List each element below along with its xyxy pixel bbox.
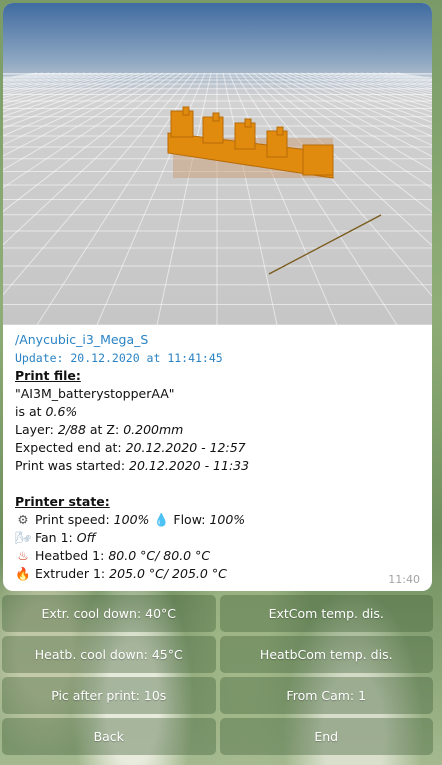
progress-value: 0.6%	[45, 404, 78, 419]
message-text: /Anycubic_i3_Mega_S Update: 20.12.2020 a…	[3, 325, 432, 583]
flow-label: Flow:	[173, 512, 206, 527]
print-speed-value: 100%	[113, 512, 150, 527]
fire-icon: 🔥	[15, 566, 31, 581]
z-value: 0.200mm	[123, 422, 184, 437]
message-time: 11:40	[388, 573, 420, 586]
heatb-cool-down-button[interactable]: Heatb. cool down: 45°C	[2, 636, 216, 673]
heatbed-value: 80.0 °C/ 80.0 °C	[108, 548, 211, 563]
extruder-value: 205.0 °C/ 205.0 °C	[109, 566, 227, 581]
started-value: 20.12.2020 - 11:33	[129, 458, 250, 473]
layer-label: Layer:	[15, 422, 54, 437]
update-timestamp: Update: 20.12.2020 at 11:41:45	[15, 351, 223, 365]
inline-keyboard: Extr. cool down: 40°C ExtCom temp. dis. …	[2, 595, 433, 759]
print-speed-label: Print speed:	[34, 512, 110, 527]
flow-value: 100%	[209, 512, 246, 527]
started-label: Print was started:	[15, 458, 126, 473]
message-bubble: /Anycubic_i3_Mega_S Update: 20.12.2020 a…	[3, 3, 432, 591]
pic-after-print-button[interactable]: Pic after print: 10s	[2, 677, 216, 714]
gear-icon: ⚙	[17, 512, 29, 527]
expected-end-value: 20.12.2020 - 12:57	[125, 440, 246, 455]
heatbcom-temp-button[interactable]: HeatbCom temp. dis.	[219, 636, 433, 673]
from-cam-button[interactable]: From Cam: 1	[219, 677, 433, 714]
print-preview-image[interactable]	[3, 3, 432, 325]
fan-value: Off	[76, 530, 96, 545]
expected-end-label: Expected end at:	[15, 440, 122, 455]
back-button[interactable]: Back	[2, 718, 216, 755]
z-label: at Z:	[89, 422, 120, 437]
end-button[interactable]: End	[219, 718, 433, 755]
printer-state-header: Printer state:	[15, 494, 110, 509]
print-file-header: Print file:	[15, 368, 81, 383]
chat-link[interactable]: /Anycubic_i3_Mega_S	[15, 332, 148, 347]
extcom-temp-button[interactable]: ExtCom temp. dis.	[219, 595, 433, 632]
droplet-icon: 💧	[153, 512, 170, 527]
fan-icon: 🌬	[15, 530, 31, 545]
file-name: "AI3M_batterystopperAA"	[15, 386, 175, 401]
progress-label: is at	[15, 404, 42, 419]
layer-value: 2/88	[57, 422, 86, 437]
extruder-label: Extruder 1:	[34, 566, 106, 581]
fan-label: Fan 1:	[34, 530, 73, 545]
hot-springs-icon: ♨	[17, 548, 29, 563]
extr-cool-down-button[interactable]: Extr. cool down: 40°C	[2, 595, 216, 632]
heatbed-label: Heatbed 1:	[34, 548, 105, 563]
